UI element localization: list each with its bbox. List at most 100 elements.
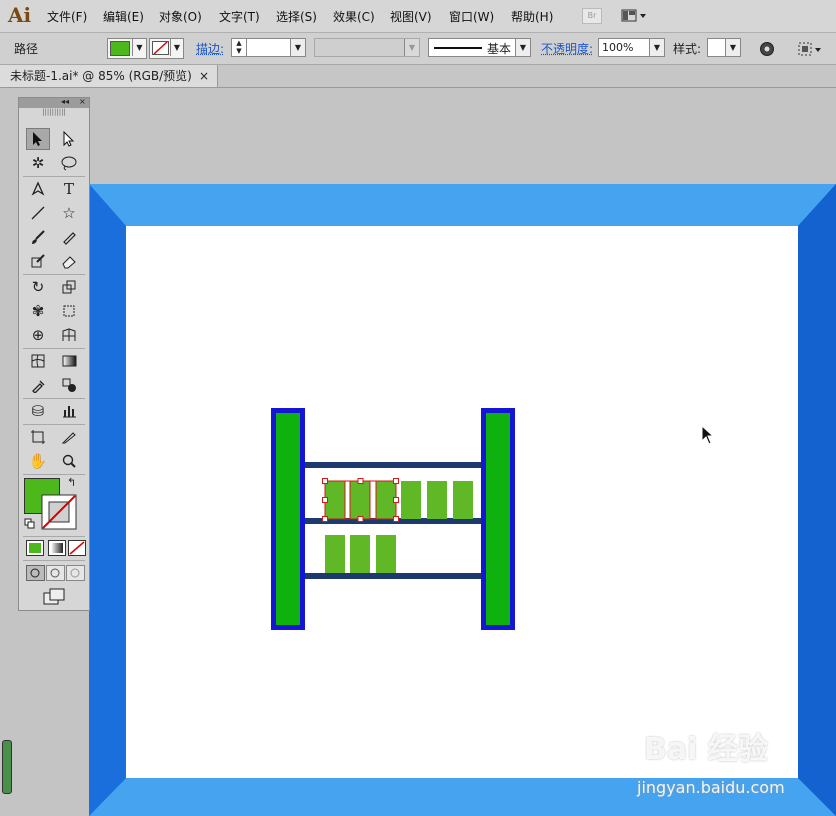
color-mode-button[interactable] [26,540,44,556]
type-tool[interactable]: T [57,178,81,200]
menu-file[interactable]: 文件(F) [47,8,87,25]
warp-tool[interactable]: ✾ [26,300,50,322]
default-fill-stroke-icon[interactable] [24,518,36,530]
shape-builder-tool[interactable]: ⊕ [26,324,50,346]
panel-resize-grip[interactable] [2,740,12,794]
fill-swatch-dropdown[interactable]: ▼ [107,38,147,59]
shape-builder-icon: ⊕ [31,326,45,344]
brush-label: 基本 [487,42,512,56]
eraser-tool[interactable] [57,250,81,272]
screen-mode-icon[interactable] [43,588,67,606]
artboard-tool[interactable] [26,426,50,448]
grip-handle[interactable]: |||||||||| [19,108,89,116]
menu-type[interactable]: 文字(T) [219,8,260,25]
document-tab[interactable]: 未标题-1.ai* @ 85% (RGB/预览) × [0,65,218,87]
shelf-box[interactable] [350,481,370,519]
blob-brush-tool[interactable] [26,250,50,272]
menu-edit[interactable]: 编辑(E) [103,8,144,25]
bridge-button[interactable]: Br [582,8,602,24]
collapse-icon[interactable]: ◂◂ [61,97,69,106]
shelf-box[interactable] [376,535,396,573]
free-transform-tool[interactable] [57,300,81,322]
shelf-box[interactable] [401,481,421,519]
warp-icon: ✾ [31,302,45,320]
close-icon[interactable]: × [79,97,86,106]
object-type-label: 路径 [14,42,39,56]
brush-definition-dropdown[interactable]: 基本 ▼ [428,38,531,57]
menu-view[interactable]: 视图(V) [390,8,432,25]
arrow-black-icon [33,132,42,146]
artwork-canvas[interactable] [89,184,836,816]
menu-window[interactable]: 窗口(W) [449,8,494,25]
stroke-label-link[interactable]: 描边: [196,40,224,57]
stroke-none-swatch[interactable] [41,494,79,532]
app-logo: Ai [8,3,32,27]
column-graph-tool[interactable] [57,400,81,422]
stroke-weight-stepper[interactable]: ▲ ▼ [231,38,246,57]
pen-tool[interactable] [26,178,50,200]
opacity-label-link[interactable]: 不透明度: [541,40,593,57]
gradient-tool[interactable] [57,350,81,372]
workspace-icon [621,9,646,22]
divider [23,348,85,349]
stroke-swatch-dropdown[interactable]: ▼ [149,38,184,59]
shelf-box[interactable] [325,535,345,573]
pencil-tool[interactable] [57,226,81,248]
eyedropper-tool[interactable] [26,374,50,396]
star-icon: ☆ [62,204,76,222]
workspace-switcher-button[interactable] [621,8,649,24]
symbol-sprayer-tool[interactable]: ⛁ [26,400,50,422]
graphic-style-dropdown[interactable]: ▼ [707,38,741,57]
selection-tool[interactable] [26,128,50,150]
blend-tool[interactable] [57,374,81,396]
menu-help[interactable]: 帮助(H) [511,8,553,25]
direct-selection-tool[interactable] [57,128,81,150]
line-segment-tool[interactable] [26,202,50,224]
zoom-tool[interactable] [57,450,81,472]
opacity-input[interactable]: 100% ▼ [598,38,665,57]
scale-tool[interactable] [57,276,81,298]
lasso-tool[interactable] [57,152,81,174]
perspective-grid-tool[interactable] [57,324,81,346]
slice-tool[interactable] [57,426,81,448]
gradient-mode-button[interactable] [48,540,66,556]
tools-panel: ◂◂ × |||||||||| ✲ T ☆ ↻ ✾ ⊕ ⛁ ✋ ↰ [18,97,90,611]
drawing-mode-group[interactable] [26,565,86,581]
pencil-icon [63,232,76,245]
recolor-artwork-icon[interactable] [759,41,775,57]
shelf-box[interactable] [453,481,473,519]
chevron-down-icon: ▼ [404,39,419,56]
swap-fill-stroke-icon[interactable]: ↰ [67,476,76,489]
divider [23,560,85,561]
no-stroke-icon [152,41,169,55]
close-icon[interactable]: × [199,65,209,87]
menu-effect[interactable]: 效果(C) [333,8,375,25]
shelf-left-post[interactable] [276,413,300,625]
shelf-box[interactable] [427,481,447,519]
document-tab-bar: 未标题-1.ai* @ 85% (RGB/预览) × [0,65,836,88]
tools-panel-header[interactable]: ◂◂ × [19,97,89,108]
align-options-icon[interactable] [797,40,825,58]
menu-select[interactable]: 选择(S) [276,8,317,25]
type-icon: T [63,180,74,198]
chevron-down-icon: ▼ [515,39,530,56]
column-graph-icon [63,406,76,418]
variable-width-profile-dropdown[interactable]: ▼ [314,38,420,57]
mesh-tool[interactable] [26,350,50,372]
paintbrush-tool[interactable] [26,226,50,248]
shelf-box[interactable] [350,535,370,573]
menu-object[interactable]: 对象(O) [159,8,202,25]
magic-wand-tool[interactable]: ✲ [26,152,50,174]
stroke-weight-input[interactable]: ▼ [246,38,306,57]
none-mode-button[interactable] [68,540,86,556]
shelf-bar-top[interactable] [305,462,481,468]
rotate-tool[interactable]: ↻ [26,276,50,298]
frame-top-bevel [89,184,836,226]
shelf-right-post[interactable] [486,413,510,625]
star-tool[interactable]: ☆ [57,202,81,224]
chevron-down-icon: ▼ [290,39,305,56]
stroke-line-preview [434,47,482,49]
hand-tool[interactable]: ✋ [26,450,50,472]
shelf-bar-bottom[interactable] [305,573,481,579]
frame-left-bevel [89,184,126,816]
